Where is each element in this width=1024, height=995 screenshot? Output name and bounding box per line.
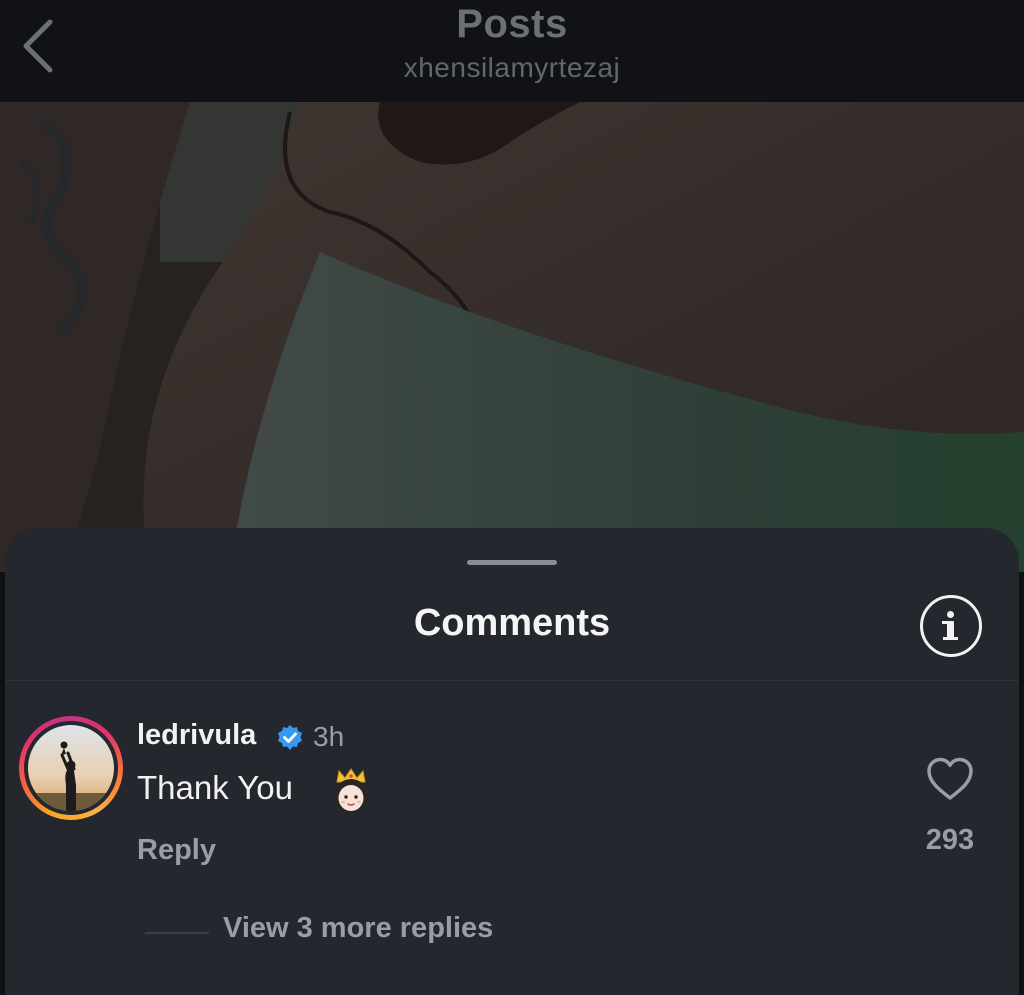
view-more-replies-button[interactable]: View 3 more replies <box>223 912 493 945</box>
reply-button[interactable]: Reply <box>137 834 216 867</box>
post-image[interactable] <box>0 102 1024 572</box>
replies-divider-line <box>145 932 209 934</box>
comments-sheet: Comments ledrivula 3h Thank You Reply 29… <box>5 528 1019 995</box>
comments-title: Comments <box>413 602 611 644</box>
page-subtitle-username: xhensilamyrtezaj <box>403 52 621 83</box>
verified-badge-icon <box>278 725 302 750</box>
comment-username[interactable]: ledrivula <box>137 719 256 752</box>
posts-screen: Posts xhensilamyrtezaj Comments ledrivul… <box>0 0 1024 995</box>
info-button[interactable] <box>920 595 982 657</box>
heart-icon[interactable] <box>925 756 975 802</box>
post-photo <box>0 102 1024 572</box>
avatar[interactable] <box>19 716 123 820</box>
avatar-image <box>28 725 114 811</box>
comment-timestamp: 3h <box>313 721 345 752</box>
like-count: 293 <box>925 824 975 856</box>
princess-with-crown-icon <box>334 768 368 813</box>
comment-text: Thank You <box>137 769 293 806</box>
top-nav-bar: Posts xhensilamyrtezaj <box>0 0 1024 102</box>
page-title: Posts <box>456 2 568 46</box>
divider <box>5 680 1019 681</box>
sheet-grabber-handle[interactable] <box>467 560 557 565</box>
